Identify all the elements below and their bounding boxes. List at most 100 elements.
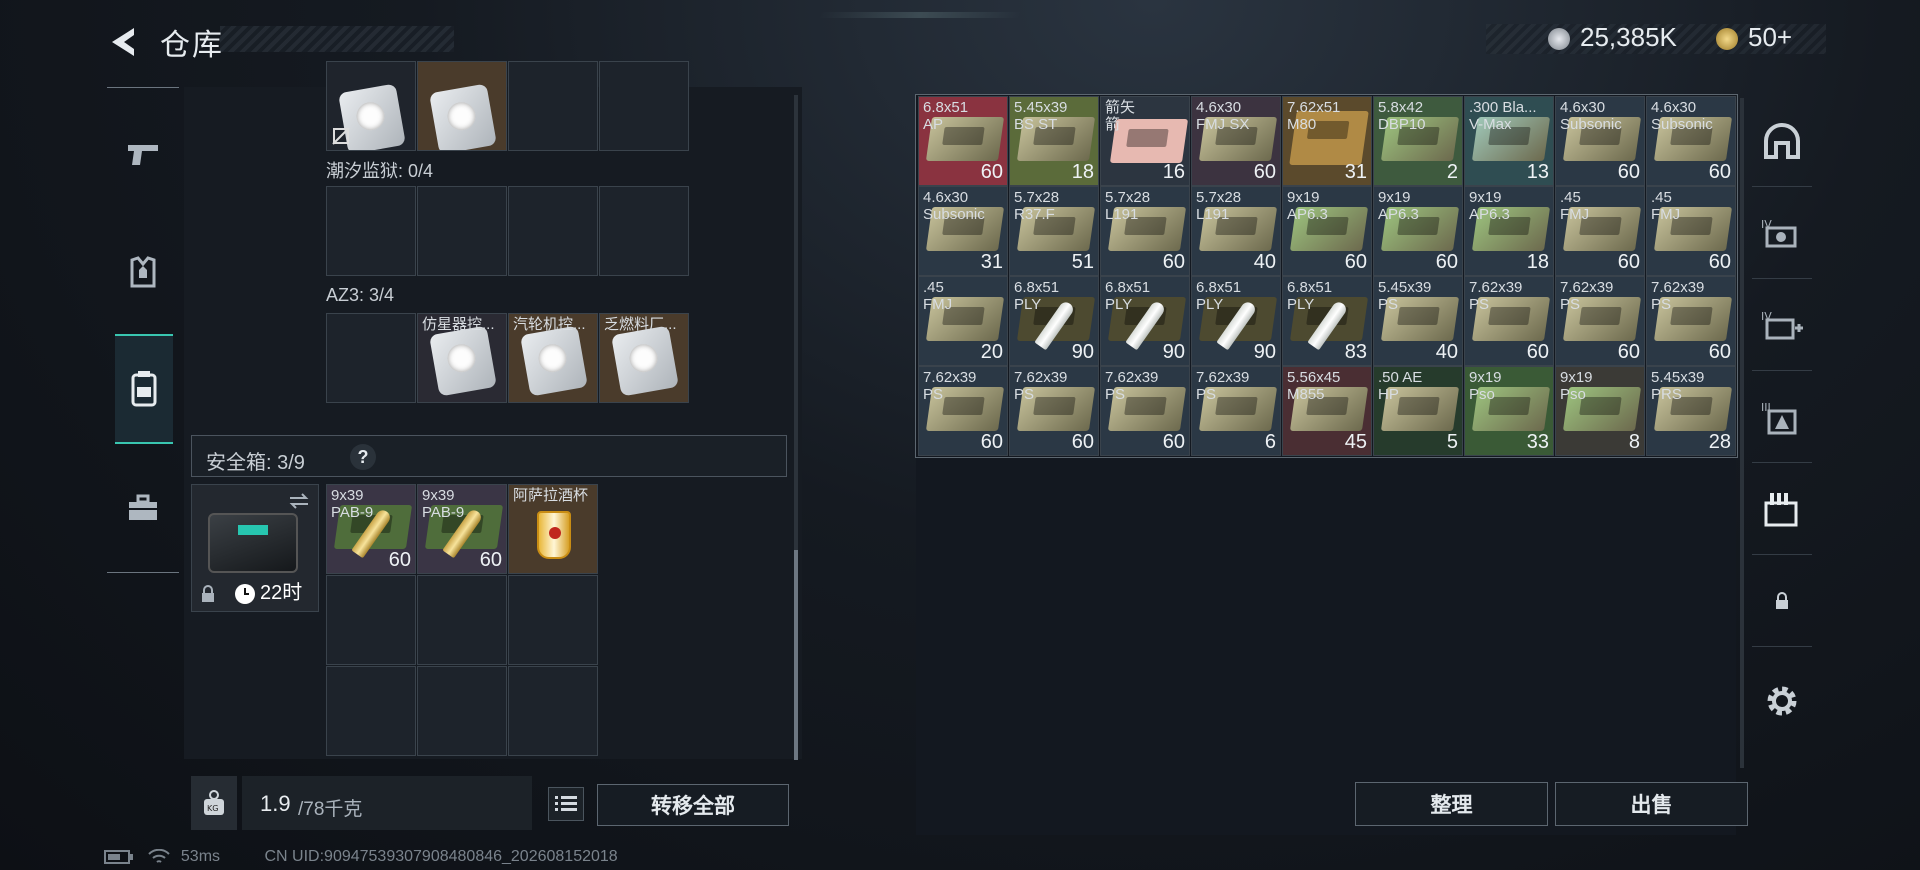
container-slot[interactable] xyxy=(599,186,689,276)
stash-ammo-item[interactable]: 5.56x45 M855 45 xyxy=(1282,366,1372,456)
stash-ammo-item[interactable]: 7.62x39 PS 6 xyxy=(1191,366,1281,456)
container-label-az3: AZ3: 3/4 xyxy=(326,285,395,305)
safebox-slot[interactable] xyxy=(417,666,507,756)
ammo-name: 6.8x51 PLY xyxy=(1014,279,1060,313)
ammo-item[interactable]: 9x39 PAB-9 60 xyxy=(417,484,507,574)
ammo-item[interactable]: 9x39 PAB-9 60 xyxy=(326,484,416,574)
armor-category-tab[interactable] xyxy=(115,244,171,300)
page-title: 仓库 xyxy=(160,29,224,62)
ammo-name: 5.45x39 PRS xyxy=(1651,369,1705,403)
header-stripe xyxy=(220,26,454,52)
stash-ammo-item[interactable]: .300 Bla... V-Max 13 xyxy=(1464,96,1554,186)
stash-tab-add[interactable]: IV xyxy=(1752,279,1812,371)
stash-ammo-item[interactable]: 6.8x51 PLY 90 xyxy=(1191,276,1281,366)
weapon-category-tab[interactable] xyxy=(115,126,171,182)
container-slot[interactable] xyxy=(417,186,507,276)
ammo-count: 60 xyxy=(1253,161,1276,183)
stash-ammo-item[interactable]: 6.8x51 PLY 90 xyxy=(1100,276,1190,366)
container-slot[interactable] xyxy=(326,186,416,276)
ammo-name: 7.62x39 PS xyxy=(1105,369,1159,403)
list-icon xyxy=(555,796,577,811)
safebox-slot[interactable] xyxy=(508,575,598,665)
container-slot[interactable] xyxy=(508,61,598,151)
ammo-count: 31 xyxy=(1344,161,1367,183)
stash-ammo-item[interactable]: .50 AE HP 5 xyxy=(1373,366,1463,456)
transfer-all-button[interactable]: 转移全部 xyxy=(597,784,789,826)
stash-ammo-item[interactable]: 9x19 Pso 8 xyxy=(1555,366,1645,456)
stash-ammo-item[interactable]: 4.6x30 Subsonic 60 xyxy=(1646,96,1736,186)
stash-tab-4[interactable]: IV xyxy=(1752,187,1812,279)
loadout-scrollbar-thumb[interactable] xyxy=(794,550,798,760)
list-view-button[interactable] xyxy=(548,787,584,821)
stash-ammo-item[interactable]: 6.8x51 AP 60 xyxy=(918,96,1008,186)
stash-ammo-item[interactable]: 5.7x28 L191 40 xyxy=(1191,186,1281,276)
stash-tab-locked[interactable] xyxy=(1752,555,1812,647)
keycard-item[interactable]: 仿星器控... xyxy=(417,313,507,403)
stash-ammo-item[interactable]: 7.62x51 M80 31 xyxy=(1282,96,1372,186)
stash-ammo-item[interactable]: 7.62x39 PS 60 xyxy=(1100,366,1190,456)
container-slot[interactable] xyxy=(417,61,507,151)
ammo-name: 7.62x51 M80 xyxy=(1287,99,1341,133)
keycard-item[interactable]: 汽轮机控... xyxy=(508,313,598,403)
stash-ammo-item[interactable]: 5.8x42 DBP10 2 xyxy=(1373,96,1463,186)
stash-tab-ammo[interactable] xyxy=(1752,463,1812,555)
stash-ammo-item[interactable]: 5.45x39 BS ST 18 xyxy=(1009,96,1099,186)
safebox-slot[interactable] xyxy=(326,575,416,665)
gold-amount[interactable]: 50+ xyxy=(1748,22,1792,53)
safebox-slot[interactable] xyxy=(326,666,416,756)
stash-ammo-item[interactable]: 6.8x51 PLY 83 xyxy=(1282,276,1372,366)
clock-icon xyxy=(235,584,255,604)
stash-tab-3[interactable]: III xyxy=(1752,371,1812,463)
container-label-tide-prison: 潮汐监狱: 0/4 xyxy=(326,161,434,181)
backpack-category-tab[interactable] xyxy=(115,334,173,444)
container-slot[interactable] xyxy=(326,313,416,403)
sell-button[interactable]: 出售 xyxy=(1555,782,1748,826)
stash-ammo-item[interactable]: 9x19 Pso 33 xyxy=(1464,366,1554,456)
stash-ammo-item[interactable]: 9x19 AP6.3 60 xyxy=(1282,186,1372,276)
stash-ammo-item[interactable]: 5.45x39 PS 40 xyxy=(1373,276,1463,366)
ammo-name: 4.6x30 Subsonic xyxy=(923,189,985,223)
sort-button[interactable]: 整理 xyxy=(1355,782,1548,826)
safebox-label: 安全箱: 3/9 xyxy=(206,452,305,474)
stash-ammo-item[interactable]: 9x19 AP6.3 60 xyxy=(1373,186,1463,276)
back-button[interactable] xyxy=(104,22,144,62)
stash-ammo-item[interactable]: 7.62x39 PS 60 xyxy=(1555,276,1645,366)
cup-item[interactable]: 阿萨拉酒杯 xyxy=(508,484,598,574)
ammo-name: 5.45x39 BS ST xyxy=(1014,99,1068,133)
stash-ammo-item[interactable]: .45 FMJ 60 xyxy=(1646,186,1736,276)
keycard-item[interactable]: 乏燃料厂... xyxy=(599,313,689,403)
stash-scrollbar[interactable] xyxy=(1740,98,1744,768)
stash-ammo-item[interactable]: 6.8x51 PLY 90 xyxy=(1009,276,1099,366)
stash-ammo-item[interactable]: 7.62x39 PS 60 xyxy=(918,366,1008,456)
case-category-tab[interactable] xyxy=(115,480,171,536)
safebox-slot[interactable] xyxy=(417,575,507,665)
stash-ammo-item[interactable]: 7.62x39 PS 60 xyxy=(1646,276,1736,366)
stash-ammo-item[interactable]: 5.45x39 PRS 28 xyxy=(1646,366,1736,456)
stash-ammo-item[interactable]: 7.62x39 PS 60 xyxy=(1464,276,1554,366)
safebox-item[interactable]: 22时 xyxy=(191,484,319,612)
weight-value: 1.9 xyxy=(260,791,291,816)
ammo-count: 60 xyxy=(1617,341,1640,363)
stash-ammo-item[interactable]: 4.6x30 Subsonic 60 xyxy=(1555,96,1645,186)
battery-icon xyxy=(104,849,133,864)
stash-tab-all[interactable] xyxy=(1752,95,1812,187)
stash-ammo-item[interactable]: 4.6x30 FMJ SX 60 xyxy=(1191,96,1281,186)
stash-ammo-item[interactable]: 5.7x28 R37.F 51 xyxy=(1009,186,1099,276)
container-slot[interactable] xyxy=(508,186,598,276)
stash-ammo-item[interactable]: 箭矢 箭 16 xyxy=(1100,96,1190,186)
ammo-count: 51 xyxy=(1071,251,1094,273)
safebox-help-button[interactable]: ? xyxy=(350,444,376,470)
ammo-name: .300 Bla... V-Max xyxy=(1469,99,1537,133)
stash-ammo-item[interactable]: .45 FMJ 60 xyxy=(1555,186,1645,276)
stash-ammo-item[interactable]: 5.7x28 L191 60 xyxy=(1100,186,1190,276)
safebox-timer: 22时 xyxy=(260,582,303,604)
stash-ammo-item[interactable]: 7.62x39 PS 60 xyxy=(1009,366,1099,456)
safebox-slot[interactable] xyxy=(508,666,598,756)
container-slot[interactable] xyxy=(326,61,416,151)
stash-ammo-item[interactable]: 4.6x30 Subsonic 31 xyxy=(918,186,1008,276)
ammo-name: 6.8x51 PLY xyxy=(1287,279,1333,313)
stash-ammo-item[interactable]: 9x19 AP6.3 18 xyxy=(1464,186,1554,276)
stash-ammo-item[interactable]: .45 FMJ 20 xyxy=(918,276,1008,366)
settings-button[interactable] xyxy=(1752,655,1812,747)
container-slot[interactable] xyxy=(599,61,689,151)
